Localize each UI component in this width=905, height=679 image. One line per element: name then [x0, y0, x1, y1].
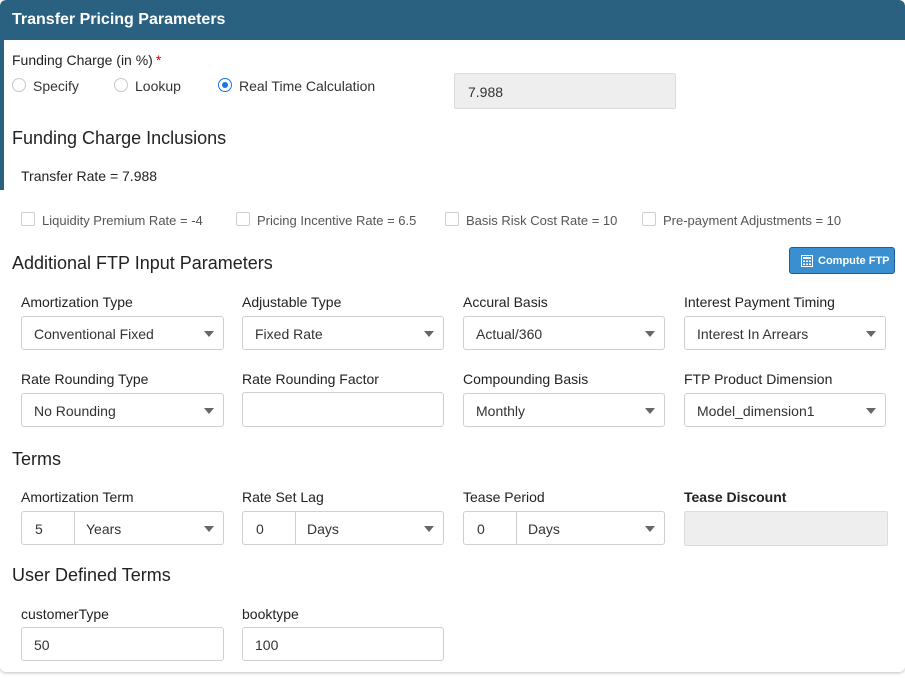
interest-payment-timing-label: Interest Payment Timing: [684, 294, 835, 310]
customer-type-input[interactable]: 50: [21, 627, 224, 661]
tease-discount-field: [684, 511, 888, 546]
checkbox-pricing-incentive-label: Pricing Incentive Rate = 6.5: [257, 213, 417, 228]
rate-set-lag-unit: Days: [307, 521, 339, 537]
ftp-product-dimension-select[interactable]: Model_dimension1: [684, 393, 886, 427]
ftp-product-dimension-value: Model_dimension1: [697, 403, 815, 419]
rate-set-lag-field[interactable]: 0 Days: [242, 511, 444, 545]
funding-charge-label: Funding Charge (in %) *: [12, 52, 161, 68]
amortization-term-number: 5: [35, 521, 43, 537]
accent-bar: [0, 40, 4, 190]
ftp-product-dimension-label: FTP Product Dimension: [684, 371, 833, 387]
checkbox-pricing-incentive[interactable]: [236, 212, 250, 226]
rate-set-lag-number: 0: [256, 521, 264, 537]
amortization-term-unit: Years: [86, 521, 122, 537]
interest-payment-timing-select[interactable]: Interest In Arrears: [684, 316, 886, 350]
funding-charge-label-text: Funding Charge (in %): [12, 52, 153, 68]
tease-period-unit: Days: [528, 521, 560, 537]
accural-basis-value: Actual/360: [476, 326, 543, 342]
amortization-term-label: Amortization Term: [21, 489, 134, 505]
tease-period-label: Tease Period: [463, 489, 545, 505]
transfer-pricing-panel: Transfer Pricing Parameters Funding Char…: [0, 0, 905, 672]
customer-type-label: customerType: [21, 606, 109, 622]
panel-header: Transfer Pricing Parameters: [0, 0, 905, 40]
compute-ftp-button[interactable]: Compute FTP: [789, 247, 895, 274]
chevron-down-icon: [424, 526, 434, 532]
inclusions-title: Funding Charge Inclusions: [12, 128, 227, 148]
radio-specify-label: Specify: [33, 78, 79, 94]
tease-period-field[interactable]: 0 Days: [463, 511, 665, 545]
radio-specify[interactable]: [12, 78, 26, 92]
compounding-basis-select[interactable]: Monthly: [463, 393, 665, 427]
radio-real-time-calculation[interactable]: [218, 78, 232, 92]
radio-lookup[interactable]: [114, 78, 128, 92]
field-divider: [295, 512, 296, 544]
chevron-down-icon: [645, 408, 655, 414]
adjustable-type-label: Adjustable Type: [242, 294, 342, 310]
funding-charge-value: 7.988: [468, 84, 504, 100]
chevron-down-icon: [645, 526, 655, 532]
panel-title: Transfer Pricing Parameters: [12, 11, 226, 28]
adjustable-type-value: Fixed Rate: [255, 326, 323, 342]
checkbox-liquidity-premium-label: Liquidity Premium Rate = -4: [42, 213, 203, 228]
chevron-down-icon: [645, 331, 655, 337]
adjustable-type-select[interactable]: Fixed Rate: [242, 316, 444, 350]
booktype-value: 100: [255, 637, 279, 653]
amortization-term-field[interactable]: 5 Years: [21, 511, 224, 545]
chevron-down-icon: [424, 331, 434, 337]
booktype-input[interactable]: 100: [242, 627, 444, 661]
accural-basis-label: Accural Basis: [463, 294, 548, 310]
field-divider: [516, 512, 517, 544]
chevron-down-icon: [204, 331, 214, 337]
checkbox-basis-risk-label: Basis Risk Cost Rate = 10: [466, 213, 618, 228]
accural-basis-select[interactable]: Actual/360: [463, 316, 665, 350]
checkbox-basis-risk[interactable]: [445, 212, 459, 226]
rate-rounding-factor-input[interactable]: [242, 392, 444, 427]
additional-params-title: Additional FTP Input Parameters: [12, 253, 273, 273]
booktype-label: booktype: [242, 606, 299, 622]
compute-ftp-label: Compute FTP: [818, 255, 890, 267]
radio-real-time-label: Real Time Calculation: [239, 78, 376, 94]
checkbox-prepayment-label: Pre-payment Adjustments = 10: [663, 213, 842, 228]
checkbox-prepayment[interactable]: [642, 212, 656, 226]
rate-set-lag-label: Rate Set Lag: [242, 489, 324, 505]
compounding-basis-label: Compounding Basis: [463, 371, 589, 387]
amortization-type-select[interactable]: Conventional Fixed: [21, 316, 224, 350]
field-divider: [74, 512, 75, 544]
tease-discount-label: Tease Discount: [684, 489, 787, 505]
checkbox-liquidity-premium[interactable]: [21, 212, 35, 226]
chevron-down-icon: [204, 526, 214, 532]
rate-rounding-type-value: No Rounding: [34, 403, 116, 419]
amortization-type-value: Conventional Fixed: [34, 326, 154, 342]
customer-type-value: 50: [34, 637, 50, 653]
interest-payment-timing-value: Interest In Arrears: [697, 326, 809, 342]
radio-lookup-label: Lookup: [135, 78, 181, 94]
chevron-down-icon: [866, 331, 876, 337]
amortization-type-label: Amortization Type: [21, 294, 133, 310]
compounding-basis-value: Monthly: [476, 403, 526, 419]
chevron-down-icon: [204, 408, 214, 414]
chevron-down-icon: [866, 408, 876, 414]
tease-period-number: 0: [477, 521, 485, 537]
user-defined-title: User Defined Terms: [12, 565, 171, 585]
transfer-rate-text: Transfer Rate = 7.988: [21, 168, 158, 184]
calculator-icon: [801, 255, 813, 270]
required-mark: *: [155, 52, 162, 68]
rate-rounding-type-label: Rate Rounding Type: [21, 371, 149, 387]
terms-title: Terms: [12, 449, 61, 469]
rate-rounding-factor-label: Rate Rounding Factor: [242, 371, 379, 387]
funding-charge-value-field: 7.988: [454, 73, 676, 109]
rate-rounding-type-select[interactable]: No Rounding: [21, 393, 224, 427]
